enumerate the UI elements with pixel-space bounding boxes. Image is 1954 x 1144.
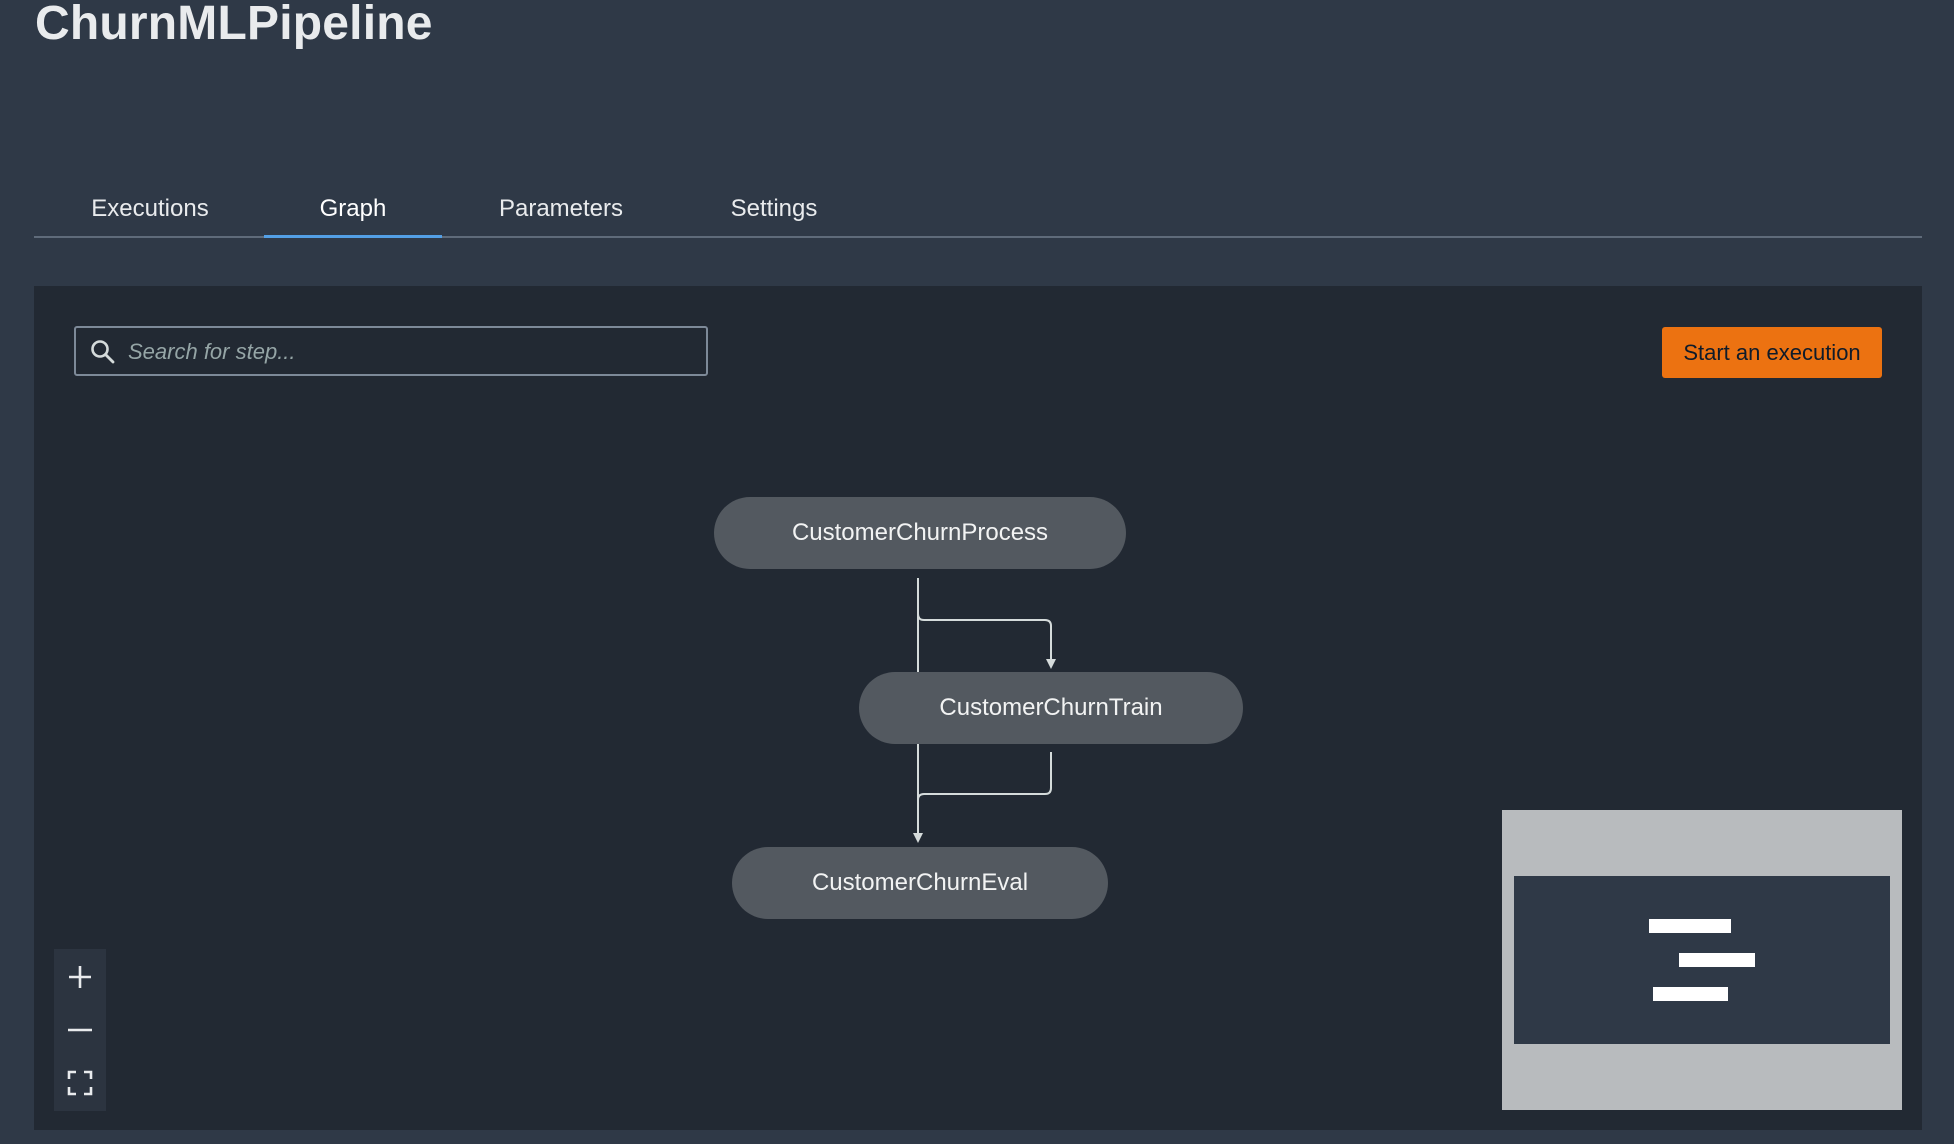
tab-parameters[interactable]: Parameters: [496, 180, 626, 236]
zoom-controls: [54, 949, 106, 1111]
minimap-node: [1653, 987, 1728, 1001]
edge-train-to-eval: [917, 752, 1052, 801]
minimap[interactable]: [1502, 810, 1902, 1110]
graph-node-customer-churn-process[interactable]: CustomerChurnProcess: [714, 497, 1126, 569]
graph-node-customer-churn-eval[interactable]: CustomerChurnEval: [732, 847, 1108, 919]
minimap-viewport[interactable]: [1514, 876, 1890, 1044]
zoom-in-button[interactable]: [54, 951, 106, 1003]
pipeline-page: ChurnMLPipeline Executions Graph Paramet…: [0, 0, 1954, 1144]
fit-view-button[interactable]: [54, 1057, 106, 1109]
fit-view-icon: [67, 1070, 93, 1096]
page-title: ChurnMLPipeline: [35, 0, 433, 50]
tab-bar: Executions Graph Parameters Settings: [34, 180, 1922, 238]
zoom-out-button[interactable]: [54, 1004, 106, 1056]
minimap-node: [1679, 953, 1755, 967]
minus-icon: [68, 1028, 92, 1032]
tab-executions[interactable]: Executions: [90, 180, 210, 236]
minimap-node: [1649, 919, 1731, 933]
graph-panel: Start an execution CustomerChurnProcess …: [34, 286, 1922, 1130]
tab-settings[interactable]: Settings: [724, 180, 824, 236]
tab-graph[interactable]: Graph: [264, 180, 442, 238]
edge-process-to-train: [917, 578, 1056, 669]
plus-icon: [69, 966, 91, 988]
graph-node-customer-churn-train[interactable]: CustomerChurnTrain: [859, 672, 1243, 744]
